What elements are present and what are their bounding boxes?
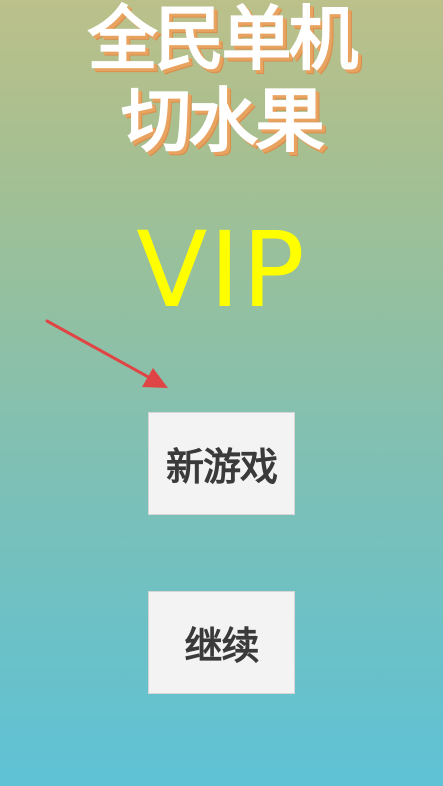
arrow-right-down-icon xyxy=(45,319,168,388)
game-title-line-1: 全民单机 xyxy=(87,0,359,80)
continue-button[interactable]: 继续 xyxy=(148,591,295,694)
continue-label: 继续 xyxy=(184,624,259,668)
new-game-button[interactable]: 新游戏 xyxy=(148,412,295,515)
new-game-label: 新游戏 xyxy=(165,445,278,489)
vip-label: VIP xyxy=(136,209,307,331)
game-title-line-2: 切水果 xyxy=(121,80,325,162)
